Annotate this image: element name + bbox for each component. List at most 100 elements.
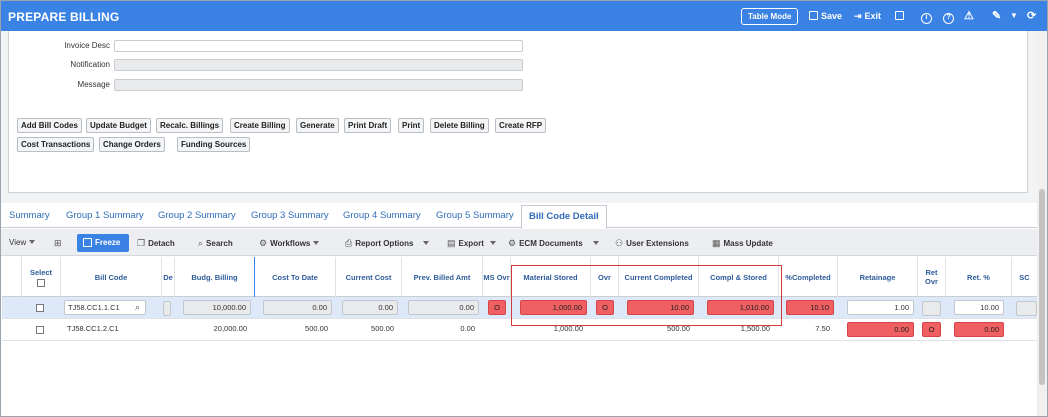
cost-transactions-button[interactable]: Cost Transactions [17, 137, 95, 152]
gear-icon: ⚙ [259, 238, 268, 248]
tab-group-5-summary[interactable]: Group 5 Summary [436, 210, 514, 221]
grid-settings-icon[interactable]: ⊞ [54, 238, 65, 249]
edit-icon[interactable]: ✎ [992, 9, 1001, 23]
bill-code-input[interactable]: TJ58.CC1.1.C1 [64, 300, 146, 315]
notification-field [114, 59, 523, 71]
grid-toolbar: View ⊞ ❐ Detach ⌕ Search ⚙ Workflows ⎙ Repor… [1, 229, 1037, 256]
form-area: Invoice Desc Notification Message Add Bi… [1, 31, 1047, 203]
mass-update-button[interactable]: ▦ Mass Update [712, 238, 773, 249]
bill-code-header[interactable]: Bill Code [61, 257, 162, 297]
prepare-billing-window: PREPARE BILLING Table Mode Save ⇥ Exit i … [0, 0, 1048, 417]
detach-button[interactable]: ❐ Detach [137, 238, 175, 249]
highlight-outline [511, 265, 782, 326]
budg-billing-header[interactable]: Budg. Billing [175, 257, 255, 297]
row-select-checkbox[interactable] [36, 326, 44, 334]
view-menu[interactable]: View [9, 238, 36, 247]
row-select-checkbox[interactable] [36, 304, 44, 312]
pct-completed-header[interactable]: %Completed [779, 257, 838, 297]
ret-ovr-header[interactable]: Ret Ovr [918, 257, 946, 297]
user-extensions-button[interactable]: ⚇ User Extensions [615, 238, 689, 249]
search-button[interactable]: ⌕ Search [198, 238, 233, 249]
ecm-documents-menu[interactable]: ⚙ ECM Documents [508, 238, 599, 249]
freeze-icon [83, 238, 92, 247]
page-title: PREPARE BILLING [8, 10, 120, 24]
ret-ovr-flag[interactable]: O [922, 322, 941, 337]
pct-completed-field: 10.10 [786, 300, 834, 315]
title-bar: PREPARE BILLING Table Mode Save ⇥ Exit i … [1, 1, 1047, 31]
report-options-menu[interactable]: ⎙ Report Options [345, 238, 430, 249]
vertical-scrollbar[interactable] [1037, 31, 1047, 416]
retainage-header[interactable]: Retainage [838, 257, 918, 297]
tab-group-4-summary[interactable]: Group 4 Summary [343, 210, 421, 221]
search-icon[interactable]: ⌕ [135, 302, 140, 313]
current-cost-field: 0.00 [342, 300, 398, 315]
workflows-menu[interactable]: ⚙ Workflows [259, 238, 320, 249]
chevron-down-icon [423, 241, 430, 245]
prev-billed-amt-field: 0.00 [408, 300, 479, 315]
prev-billed-amt-header[interactable]: Prev. Billed Amt [402, 257, 483, 297]
form-panel: Invoice Desc Notification Message Add Bi… [8, 31, 1028, 193]
search-icon: ⌕ [198, 238, 204, 248]
save-button[interactable]: Save [809, 9, 842, 23]
export-icon: ▤ [447, 238, 456, 248]
current-cost-header[interactable]: Current Cost [336, 257, 402, 297]
bill-code-cell: TJ58.CC1.2.C1 [67, 324, 119, 333]
info-icon[interactable]: i [921, 9, 932, 24]
copy-icon[interactable] [895, 9, 907, 23]
table-mode-button[interactable]: Table Mode [741, 8, 799, 25]
tab-group-3-summary[interactable]: Group 3 Summary [251, 210, 329, 221]
mass-update-icon: ▦ [712, 238, 721, 248]
exit-button[interactable]: ⇥ Exit [854, 9, 881, 23]
current-cost-cell: 500.00 [371, 324, 394, 333]
print-draft-button[interactable]: Print Draft [344, 118, 392, 133]
retainage-input[interactable]: 0.00 [847, 322, 914, 337]
dropdown-caret-icon[interactable]: ▼ [1010, 9, 1018, 23]
print-button[interactable]: Print [398, 118, 425, 133]
sc-header[interactable]: SC [1012, 257, 1037, 297]
grid-empty-area [1, 343, 1037, 416]
tab-bar: Summary Group 1 Summary Group 2 Summary … [1, 204, 1037, 229]
select-all-checkbox[interactable] [37, 278, 45, 287]
ecm-icon: ⚙ [508, 238, 517, 248]
help-icon[interactable]: ? [943, 9, 954, 24]
change-orders-button[interactable]: Change Orders [99, 137, 165, 152]
row-handle-header [2, 257, 22, 297]
refresh-icon[interactable]: ⟳ [1027, 9, 1036, 23]
sc-field [1016, 301, 1037, 316]
update-budget-button[interactable]: Update Budget [86, 118, 151, 133]
pct-completed-cell: 7.50 [815, 324, 830, 333]
tab-summary[interactable]: Summary [9, 210, 50, 221]
ms-ovr-header[interactable]: MS Ovr [483, 257, 511, 297]
ret-pct-input[interactable]: 0.00 [954, 322, 1004, 337]
add-bill-codes-button[interactable]: Add Bill Codes [17, 118, 82, 133]
ret-pct-input[interactable]: 10.00 [954, 300, 1004, 315]
cost-to-date-header[interactable]: Cost To Date [255, 257, 336, 297]
cost-to-date-field: 0.00 [263, 300, 332, 315]
delete-billing-button[interactable]: Delete Billing [430, 118, 489, 133]
generate-button[interactable]: Generate [296, 118, 339, 133]
funding-sources-button[interactable]: Funding Sources [177, 137, 251, 152]
invoice-desc-label: Invoice Desc [64, 41, 110, 50]
recalc-billings-button[interactable]: Recalc. Billings [156, 118, 224, 133]
invoice-desc-input[interactable] [114, 40, 523, 52]
notification-label: Notification [70, 60, 110, 69]
message-field [114, 79, 523, 91]
ret-ovr-field[interactable] [922, 301, 941, 316]
export-menu[interactable]: ▤ Export [447, 238, 496, 249]
tab-group-2-summary[interactable]: Group 2 Summary [158, 210, 236, 221]
create-rfp-button[interactable]: Create RFP [495, 118, 547, 133]
save-icon [809, 11, 818, 20]
prev-billed-amt-cell: 0.00 [460, 324, 475, 333]
de-header[interactable]: De [162, 257, 175, 297]
retainage-input[interactable]: 1.00 [847, 300, 914, 315]
warning-icon[interactable]: ⚠ [964, 9, 974, 23]
tab-bill-code-detail[interactable]: Bill Code Detail [521, 205, 607, 229]
ret-pct-header[interactable]: Ret. % [946, 257, 1012, 297]
create-billing-button[interactable]: Create Billing [230, 118, 290, 133]
user-icon: ⚇ [615, 238, 624, 248]
ms-ovr-flag[interactable]: O [488, 300, 506, 315]
detach-icon: ❐ [137, 238, 146, 248]
scrollbar-thumb[interactable] [1039, 189, 1045, 385]
chevron-down-icon [313, 241, 320, 245]
tab-group-1-summary[interactable]: Group 1 Summary [66, 210, 144, 221]
